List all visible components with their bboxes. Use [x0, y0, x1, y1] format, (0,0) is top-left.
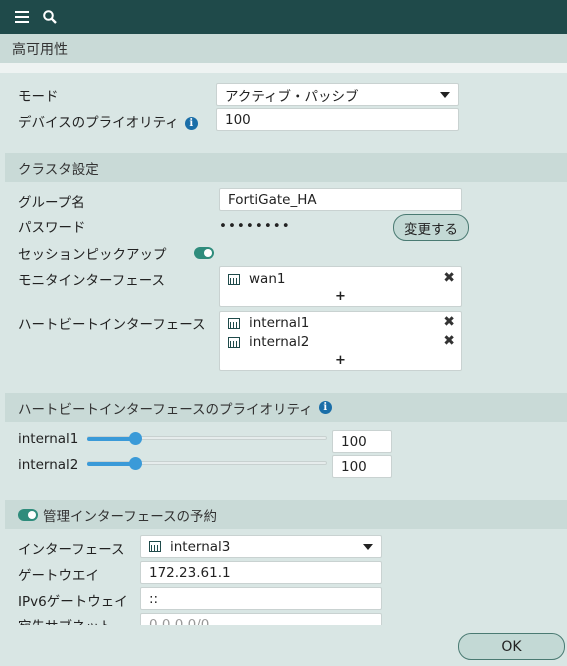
port-icon	[228, 273, 240, 285]
hb-priority-name: internal1	[18, 431, 79, 447]
ha-settings-panel: モード アクティブ・パッシブ デバイスのプライオリティ i 100 クラスタ設定 …	[5, 73, 567, 625]
list-item: internal2	[228, 334, 309, 350]
heartbeat-priority-header: ハートビートインターフェースのプライオリティ i	[5, 393, 567, 422]
slider-thumb[interactable]	[129, 432, 142, 445]
device-priority-label-text: デバイスのプライオリティ	[18, 115, 179, 131]
slider-thumb[interactable]	[129, 457, 142, 470]
group-name-label: グループ名	[18, 195, 85, 211]
change-password-button[interactable]: 変更する	[393, 214, 469, 241]
remove-icon[interactable]: ✖	[443, 270, 455, 286]
heartbeat-interface-list: internal1 ✖ internal2 ✖ +	[219, 311, 462, 371]
hb-priority-input[interactable]: 100	[332, 430, 392, 453]
list-item: internal1	[228, 315, 309, 331]
port-icon	[149, 541, 161, 552]
list-item: wan1	[228, 271, 285, 287]
slider-fill	[87, 462, 135, 466]
info-icon[interactable]: i	[184, 116, 198, 130]
mode-select[interactable]: アクティブ・パッシブ	[216, 83, 459, 106]
search-icon[interactable]	[36, 0, 64, 34]
hb-priority-input[interactable]: 100	[332, 455, 392, 478]
chevron-down-icon	[363, 543, 373, 550]
top-bar	[0, 0, 567, 34]
mgmt-interface-header: 管理インターフェースの予約	[5, 500, 567, 529]
list-item-label: internal1	[249, 315, 310, 331]
dest-subnet-input[interactable]: 0.0.0.0/0	[140, 613, 382, 625]
interface-value: internal3	[149, 539, 230, 555]
hamburger-menu-icon[interactable]	[8, 0, 36, 34]
remove-icon[interactable]: ✖	[443, 333, 455, 349]
mgmt-interface-toggle[interactable]	[18, 508, 38, 521]
interface-select[interactable]: internal3	[140, 535, 382, 558]
heartbeat-interface-label: ハートビートインターフェース	[18, 317, 206, 333]
mode-value: アクティブ・パッシブ	[225, 88, 359, 105]
password-value: ••••••••	[219, 218, 291, 234]
cluster-settings-header: クラスタ設定	[5, 153, 567, 182]
list-item-label: internal2	[249, 334, 310, 350]
port-icon	[228, 317, 240, 329]
gateway-label: ゲートウエイ	[18, 568, 99, 584]
gateway-input[interactable]: 172.23.61.1	[140, 561, 382, 584]
heartbeat-priority-title: ハートビートインターフェースのプライオリティ	[18, 401, 313, 418]
monitor-interface-list: wan1 ✖ +	[219, 266, 462, 307]
ipv6-gateway-input[interactable]: ::	[140, 587, 382, 610]
monitor-interface-label: モニタインターフェース	[18, 273, 166, 289]
dest-subnet-label: 宛先サブネット	[18, 615, 113, 625]
mgmt-interface-title: 管理インターフェースの予約	[43, 508, 218, 525]
device-priority-label: デバイスのプライオリティ i	[18, 111, 198, 131]
add-icon[interactable]: +	[220, 353, 461, 368]
group-name-input[interactable]: FortiGate_HA	[219, 188, 462, 211]
device-priority-input[interactable]: 100	[216, 108, 459, 131]
mode-label: モード	[18, 89, 59, 105]
port-icon	[228, 336, 240, 348]
session-pickup-label: セッションピックアップ	[18, 247, 167, 263]
slider-fill	[87, 437, 135, 441]
page-title: 高可用性	[0, 34, 567, 63]
hb-priority-slider[interactable]	[87, 432, 327, 446]
session-pickup-toggle[interactable]	[194, 247, 214, 259]
interface-value-text: internal3	[170, 538, 231, 555]
remove-icon[interactable]: ✖	[443, 314, 455, 330]
add-icon[interactable]: +	[220, 289, 461, 304]
list-item-label: wan1	[249, 271, 286, 287]
info-icon[interactable]: i	[318, 401, 332, 414]
hb-priority-name: internal2	[18, 457, 79, 473]
interface-label: インターフェース	[18, 542, 125, 558]
divider	[0, 63, 567, 73]
password-label: パスワード	[18, 220, 86, 236]
ok-button[interactable]: OK	[458, 633, 565, 660]
ipv6-gateway-label: IPv6ゲートウェイ	[18, 594, 128, 610]
chevron-down-icon	[440, 91, 450, 98]
hb-priority-slider[interactable]	[87, 457, 327, 471]
